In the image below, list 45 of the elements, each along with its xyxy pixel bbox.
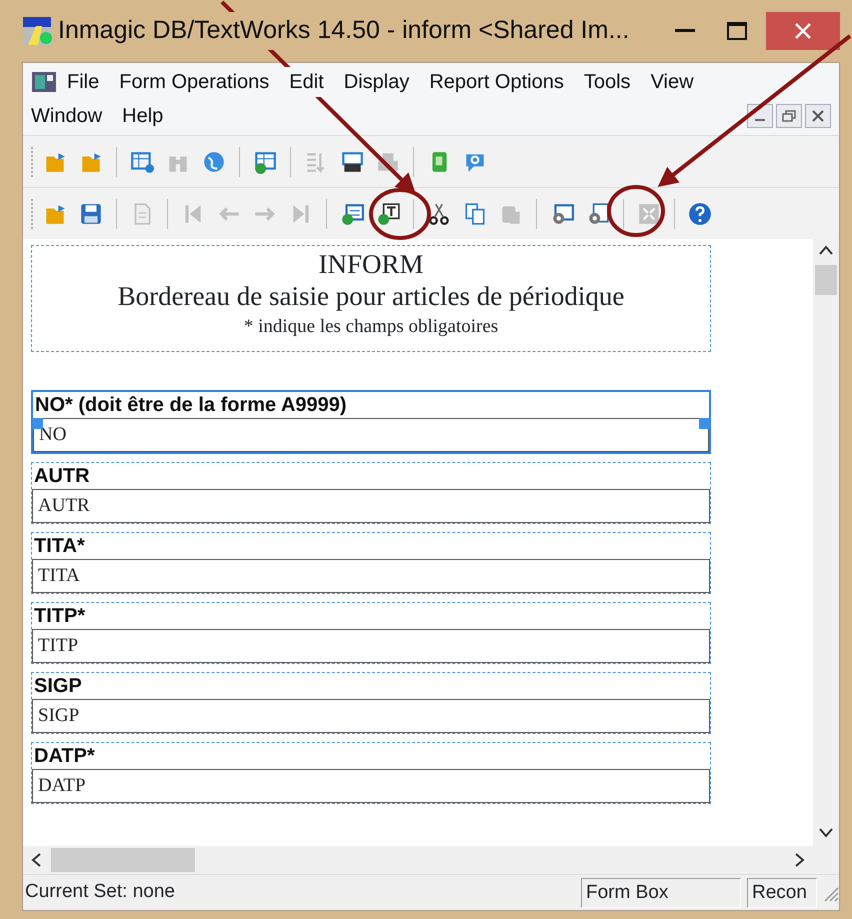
- app-icon: [22, 16, 52, 46]
- input-field[interactable]: SIGP: [32, 699, 710, 734]
- close-button[interactable]: [766, 12, 840, 50]
- maximize-icon: [727, 22, 747, 40]
- field-label: TITA*: [33, 534, 86, 560]
- form-note: * indique les champs obligatoires: [242, 314, 500, 339]
- minimize-icon: [675, 29, 695, 33]
- input-field[interactable]: AUTR: [32, 489, 710, 524]
- status-pane: Recon: [747, 878, 817, 908]
- field-label: DATP*: [33, 744, 96, 770]
- input-field[interactable]: NO: [33, 418, 709, 452]
- highlight-circle: [369, 188, 431, 240]
- form-title: INFORM: [317, 248, 425, 280]
- field-label: TITP*: [33, 604, 86, 630]
- form-subtitle: Bordereau de saisie pour articles de périodique: [116, 280, 626, 313]
- close-icon: [812, 110, 824, 122]
- scroll-down-icon[interactable]: [819, 828, 833, 838]
- scroll-up-icon[interactable]: [819, 245, 833, 255]
- field-label: NO* (doit être de la forme A9999): [34, 393, 348, 418]
- form-field-box[interactable]: SIGP SIGP: [31, 672, 711, 734]
- status-pane: Form Box: [581, 878, 741, 908]
- scroll-right-icon[interactable]: [795, 853, 805, 867]
- mdi-close-button[interactable]: [805, 104, 831, 128]
- status-text: Current Set: none: [25, 880, 176, 904]
- field-label: SIGP: [33, 674, 83, 700]
- highlight-circle: [607, 185, 665, 237]
- document-icon: [31, 71, 57, 93]
- scroll-left-icon[interactable]: [31, 853, 41, 867]
- form-field-box[interactable]: NO* (doit être de la forme A9999) NO: [31, 390, 711, 454]
- form-field-box[interactable]: DATP* DATP: [31, 742, 711, 804]
- form-field-box[interactable]: AUTR AUTR: [31, 462, 711, 524]
- minimize-icon: [755, 119, 765, 121]
- form-field-box[interactable]: TITA* TITA: [31, 532, 711, 594]
- input-field[interactable]: DATP: [32, 769, 710, 804]
- close-icon: [794, 22, 812, 40]
- mdi-restore-button[interactable]: [776, 104, 802, 128]
- input-field[interactable]: TITA: [32, 559, 710, 594]
- resize-handle[interactable]: [699, 418, 710, 430]
- scrollbar-thumb[interactable]: [815, 265, 837, 295]
- scrollbar-thumb[interactable]: [51, 848, 195, 872]
- form-field-box[interactable]: TITP* TITP: [31, 602, 711, 664]
- input-field[interactable]: TITP: [32, 629, 710, 664]
- restore-icon: [782, 110, 796, 122]
- field-label: AUTR: [33, 464, 91, 490]
- window-title: Inmagic DB/TextWorks 14.50 - inform <Shared Im...: [58, 12, 630, 50]
